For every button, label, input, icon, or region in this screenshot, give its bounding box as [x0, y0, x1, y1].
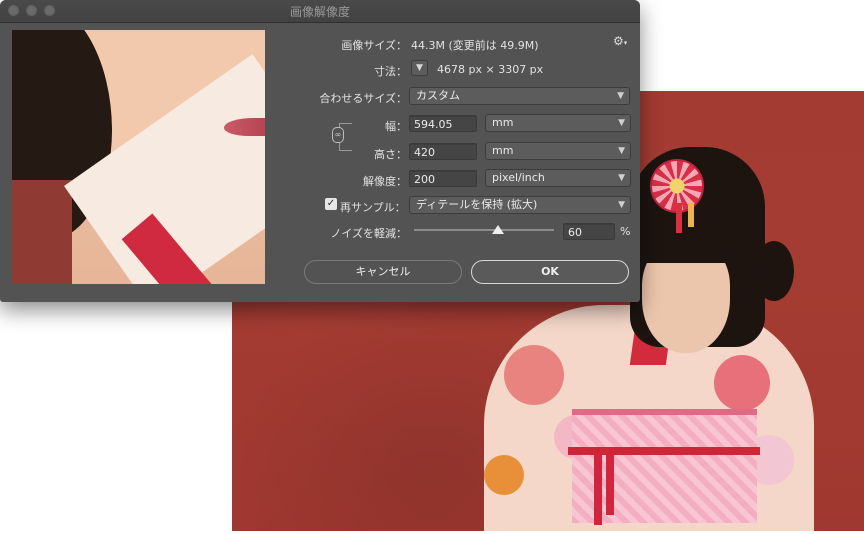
- chevron-down-icon: ▼: [618, 146, 625, 156]
- ok-button[interactable]: OK: [471, 260, 629, 284]
- resample-checkbox[interactable]: ✓: [325, 198, 337, 210]
- noise-reduction-unit: %: [620, 225, 631, 238]
- image-preview[interactable]: [12, 30, 265, 284]
- image-size-label: 画像サイズ：: [341, 39, 407, 52]
- height-label: 高さ：: [374, 148, 407, 161]
- noise-reduction-slider-thumb[interactable]: [492, 225, 504, 234]
- title-bar: 画像解像度: [0, 0, 640, 23]
- resolution-label: 解像度：: [363, 175, 407, 188]
- image-size-dialog: 画像解像度 画像サイズ： 44.3M (変更前は 49.9M) ⚙▾ 寸法： ▼…: [0, 0, 640, 302]
- resample-method-value: ディテールを保持 (拡大): [416, 198, 538, 211]
- fit-to-value: カスタム: [416, 89, 460, 102]
- resample-label: 再サンプル：: [340, 201, 406, 214]
- chevron-down-icon: ▼: [617, 91, 624, 101]
- link-icon[interactable]: ∞: [332, 127, 344, 143]
- height-input[interactable]: 420: [409, 143, 477, 160]
- width-unit-select[interactable]: mm ▼: [485, 114, 631, 132]
- width-input[interactable]: 594.05: [409, 115, 477, 132]
- dimensions-value: 4678 px × 3307 px: [437, 63, 544, 76]
- resample-method-select[interactable]: ディテールを保持 (拡大) ▼: [409, 196, 631, 214]
- chevron-down-icon: ▼: [618, 118, 625, 128]
- fit-to-select[interactable]: カスタム ▼: [409, 87, 630, 105]
- noise-reduction-label: ノイズを軽減：: [330, 227, 407, 240]
- noise-reduction-input[interactable]: 60: [563, 223, 615, 240]
- dimensions-label: 寸法：: [374, 65, 407, 78]
- checkmark-icon: ✓: [326, 198, 336, 209]
- chevron-down-icon: ▼: [618, 200, 625, 210]
- resolution-input[interactable]: 200: [409, 170, 477, 187]
- height-unit-value: mm: [492, 144, 514, 157]
- chevron-down-icon[interactable]: ▼: [411, 60, 428, 76]
- width-unit-value: mm: [492, 116, 514, 129]
- image-size-value: 44.3M (変更前は 49.9M): [411, 39, 539, 52]
- noise-reduction-slider[interactable]: [414, 229, 554, 231]
- dialog-title: 画像解像度: [289, 5, 350, 19]
- resolution-unit-value: pixel/inch: [492, 171, 545, 184]
- cancel-button[interactable]: キャンセル: [304, 260, 462, 284]
- gear-icon[interactable]: ⚙▾: [613, 34, 627, 48]
- fit-to-label: 合わせるサイズ：: [319, 92, 407, 105]
- resolution-unit-select[interactable]: pixel/inch ▼: [485, 169, 631, 187]
- width-label: 幅：: [385, 120, 407, 133]
- chevron-down-icon: ▼: [618, 173, 625, 183]
- height-unit-select[interactable]: mm ▼: [485, 142, 631, 160]
